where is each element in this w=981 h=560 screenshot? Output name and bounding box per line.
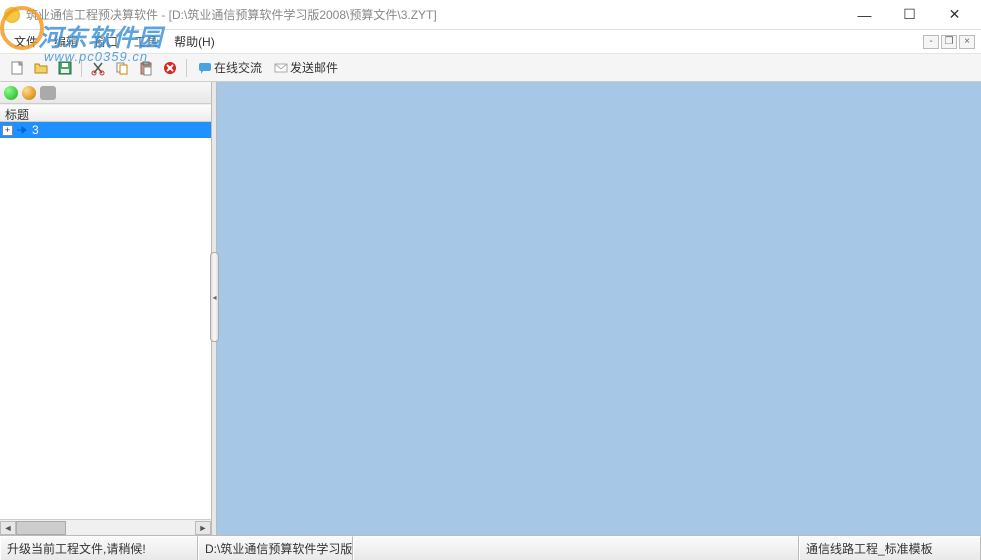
toolbar-separator: [81, 59, 82, 77]
menubar: 文件 编辑 窗口 工具 帮助(H) - ❐ ×: [0, 30, 981, 54]
left-panel: 标题 + 3 ◄ ►: [0, 82, 211, 535]
mdi-minimize-button[interactable]: -: [923, 35, 939, 49]
menu-help[interactable]: 帮助(H): [166, 31, 223, 52]
splitter-handle[interactable]: ◂: [210, 252, 219, 342]
tree-expander-icon[interactable]: +: [2, 125, 13, 136]
open-folder-icon: [33, 60, 49, 76]
chat-icon: [196, 59, 214, 77]
send-mail-button[interactable]: 发送邮件: [272, 59, 338, 77]
window-title: 筑业通信工程预决算软件 - [D:\筑业通信预算软件学习版2008\预算文件\3…: [26, 6, 842, 23]
column-header-title[interactable]: 标题: [0, 104, 211, 122]
window-titlebar: 筑业通信工程预决算软件 - [D:\筑业通信预算软件学习版2008\预算文件\3…: [0, 0, 981, 30]
toolbar-separator: [186, 59, 187, 77]
delete-button[interactable]: [159, 57, 181, 79]
splitter[interactable]: ◂: [211, 82, 217, 535]
online-chat-label: 在线交流: [214, 59, 262, 76]
save-button[interactable]: [54, 57, 76, 79]
status-empty: [353, 536, 799, 560]
open-file-button[interactable]: [30, 57, 52, 79]
menu-window[interactable]: 窗口: [86, 31, 126, 52]
mdi-close-button[interactable]: ×: [959, 35, 975, 49]
tree-item[interactable]: + 3: [0, 122, 211, 138]
minimize-button[interactable]: —: [842, 1, 887, 29]
scroll-right-button[interactable]: ►: [195, 521, 211, 535]
send-mail-label: 发送邮件: [290, 59, 338, 76]
statusbar: 升级当前工程文件,请稍候! D:\筑业通信预算软件学习版 通信线路工程_标准模板: [0, 535, 981, 560]
tree-item-label: 3: [32, 123, 39, 137]
copy-icon: [114, 60, 130, 76]
new-file-button[interactable]: [6, 57, 28, 79]
mail-icon: [272, 59, 290, 77]
mdi-restore-button[interactable]: ❐: [941, 35, 957, 49]
close-button[interactable]: ✕: [932, 1, 977, 29]
new-file-icon: [9, 60, 25, 76]
remove-item-button[interactable]: [22, 86, 36, 100]
cut-icon: [90, 60, 106, 76]
menu-edit[interactable]: 编辑: [46, 31, 86, 52]
tree-arrow-icon: [16, 124, 30, 136]
main-toolbar: 在线交流 发送邮件: [0, 54, 981, 82]
main-area: 标题 + 3 ◄ ► ◂: [0, 82, 981, 535]
status-message: 升级当前工程文件,请稍候!: [0, 536, 198, 560]
status-template: 通信线路工程_标准模板: [799, 536, 981, 560]
menu-tools[interactable]: 工具: [126, 31, 166, 52]
online-chat-button[interactable]: 在线交流: [196, 59, 262, 77]
content-area: [217, 82, 981, 535]
scrollbar-thumb[interactable]: [16, 521, 66, 535]
maximize-button[interactable]: ☐: [887, 1, 932, 29]
panel-horizontal-scrollbar[interactable]: ◄ ►: [0, 519, 211, 535]
copy-button[interactable]: [111, 57, 133, 79]
status-file-path: D:\筑业通信预算软件学习版: [198, 536, 353, 560]
panel-action-button[interactable]: [40, 86, 56, 100]
cut-button[interactable]: [87, 57, 109, 79]
save-disk-icon: [57, 60, 73, 76]
app-icon: [4, 7, 20, 23]
scroll-left-button[interactable]: ◄: [0, 521, 16, 535]
scrollbar-track[interactable]: [16, 521, 195, 535]
delete-icon: [162, 60, 178, 76]
menu-file[interactable]: 文件: [6, 31, 46, 52]
panel-toolbar: [0, 82, 211, 104]
project-tree[interactable]: + 3: [0, 122, 211, 519]
add-item-button[interactable]: [4, 86, 18, 100]
paste-icon: [138, 60, 154, 76]
paste-button[interactable]: [135, 57, 157, 79]
mdi-controls: - ❐ ×: [923, 35, 975, 49]
window-controls: — ☐ ✕: [842, 1, 977, 29]
